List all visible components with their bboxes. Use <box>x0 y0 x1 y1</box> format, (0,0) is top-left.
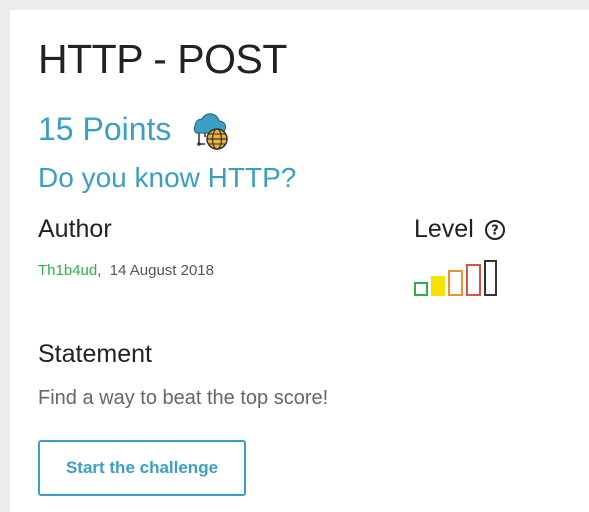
difficulty-level-indicator <box>414 260 500 296</box>
statement-heading: Statement <box>38 340 152 368</box>
level-bar-5 <box>484 260 497 296</box>
publish-date: 14 August 2018 <box>109 262 214 279</box>
points-value: 15 Points <box>38 110 172 147</box>
challenge-subtitle: Do you know HTTP? <box>38 162 297 193</box>
points-row: 15 Points <box>38 106 233 152</box>
author-name-link[interactable]: Th1b4ud <box>38 262 97 279</box>
author-line: Th1b4ud, 14 August 2018 <box>38 262 214 279</box>
level-bar-3 <box>448 270 463 296</box>
svg-text:?: ? <box>491 223 499 238</box>
cloud-web-icon <box>187 106 233 152</box>
start-challenge-button[interactable]: Start the challenge <box>38 440 246 496</box>
level-heading: Level <box>414 215 474 243</box>
level-bar-2 <box>431 276 445 296</box>
level-bar-1 <box>414 282 428 296</box>
author-heading: Author <box>38 215 112 243</box>
author-separator: , <box>97 262 102 279</box>
level-heading-row: Level ? <box>414 215 506 244</box>
statement-text: Find a way to beat the top score! <box>38 387 329 409</box>
page-title: HTTP - POST <box>38 36 287 82</box>
challenge-card: HTTP - POST 15 Points Do you know HTTP? … <box>10 10 589 512</box>
question-circle-icon[interactable]: ? <box>484 219 506 241</box>
level-bar-4 <box>466 264 481 296</box>
